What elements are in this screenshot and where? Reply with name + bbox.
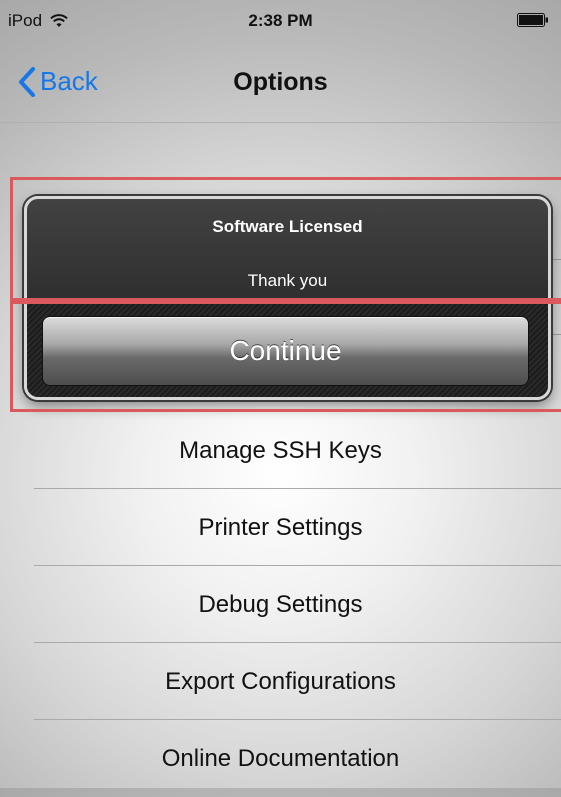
option-export-configurations[interactable]: Export Configurations xyxy=(0,643,561,720)
option-label: Manage SSH Keys xyxy=(179,437,382,464)
option-label: Debug Settings xyxy=(198,591,363,618)
option-label: Printer Settings xyxy=(198,514,363,541)
option-manage-ssh-keys[interactable]: Manage SSH Keys xyxy=(0,412,561,489)
option-label: Export Configurations xyxy=(165,668,396,695)
status-bar: iPod 2:38 PM xyxy=(0,0,561,38)
page-title: Options xyxy=(233,68,328,96)
continue-button[interactable]: Continue xyxy=(42,316,529,386)
alert-title: Software Licensed xyxy=(212,217,363,236)
options-screen: iPod 2:38 PM Back Options Software Licen… xyxy=(0,0,561,788)
option-printer-settings[interactable]: Printer Settings xyxy=(0,489,561,566)
alert-dialog: Software Licensed Thank you Continue xyxy=(24,196,551,400)
option-label: Online Documentation xyxy=(161,745,400,772)
alert-message: Thank you xyxy=(247,271,328,290)
status-time: 2:38 PM xyxy=(248,11,313,30)
nav-divider xyxy=(0,122,561,123)
option-debug-settings[interactable]: Debug Settings xyxy=(0,566,561,643)
option-online-documentation[interactable]: Online Documentation xyxy=(0,720,561,797)
battery-icon xyxy=(517,13,548,27)
navigation-bar: Back Options xyxy=(0,38,561,124)
